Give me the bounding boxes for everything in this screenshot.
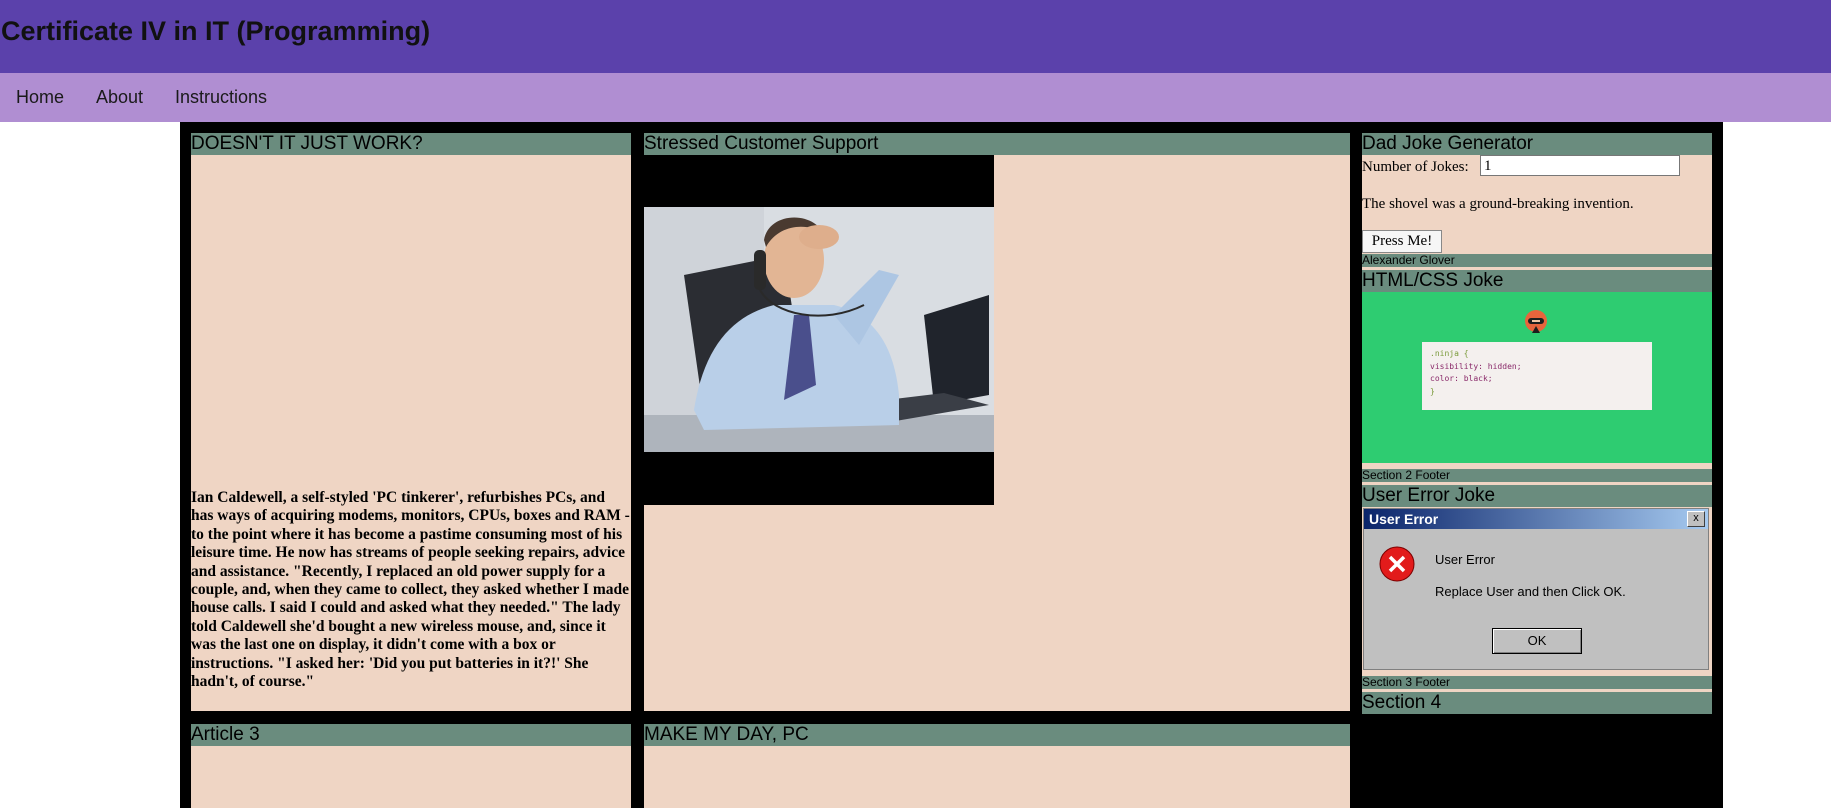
dialog-title: User Error — [1369, 511, 1439, 527]
nav-instructions[interactable]: Instructions — [175, 87, 267, 108]
section-4-content: Section Content 4 — [1362, 736, 1476, 752]
user-error-dialog: User Error x User Error Replace User and… — [1363, 508, 1709, 670]
nav-bar: Home About Instructions — [0, 73, 1831, 122]
article-4-title: MAKE MY DAY, PC — [644, 724, 1350, 746]
nav-about[interactable]: About — [96, 87, 143, 108]
article-1-body: Ian Caldewell, a self-styled 'PC tinkere… — [191, 489, 630, 691]
code-line-3: color: black; — [1430, 374, 1493, 383]
ninja-icon — [1525, 310, 1547, 333]
jokes-count-input[interactable]: 1 — [1480, 155, 1680, 176]
dialog-message-1: User Error — [1435, 552, 1495, 567]
jokes-count-label: Number of Jokes: — [1362, 159, 1469, 175]
article-2-title: Stressed Customer Support — [644, 133, 1350, 155]
stressed-support-photo — [644, 155, 994, 505]
code-line-4: } — [1430, 386, 1435, 396]
dad-joke-title: Dad Joke Generator — [1362, 133, 1712, 155]
nav-home[interactable]: Home — [16, 87, 64, 108]
support-photo-image — [644, 207, 994, 452]
code-line-1: .ninja { — [1430, 349, 1469, 358]
html-joke-image: .ninja { visibility: hidden; color: blac… — [1362, 292, 1712, 463]
press-me-button[interactable]: Press Me! — [1362, 230, 1442, 253]
code-line-2: visibility: hidden; — [1430, 361, 1522, 371]
dad-joke-footer: Alexander Glover — [1362, 254, 1712, 267]
site-title: Certificate IV in IT (Programming) — [1, 16, 431, 46]
section-2-footer: Section 2 Footer — [1362, 469, 1712, 482]
dialog-close-button[interactable]: x — [1687, 511, 1705, 527]
code-snippet: .ninja { visibility: hidden; color: blac… — [1422, 342, 1652, 410]
article-1-title: DOESN'T IT JUST WORK? — [191, 133, 631, 155]
article-3-title: Article 3 — [191, 724, 631, 746]
html-joke-title: HTML/CSS Joke — [1362, 270, 1712, 292]
dialog-message-2: Replace User and then Click OK. — [1435, 584, 1626, 599]
dad-joke-text: The shovel was a ground-breaking inventi… — [1362, 196, 1634, 212]
site-header: Certificate IV in IT (Programming) — [0, 0, 1831, 73]
section-3-footer: Section 3 Footer — [1362, 676, 1712, 689]
dialog-ok-button[interactable]: OK — [1492, 628, 1582, 654]
section-4-title: Section 4 — [1362, 692, 1712, 714]
error-icon — [1379, 546, 1415, 582]
user-error-title: User Error Joke — [1362, 485, 1712, 507]
dialog-titlebar: User Error x — [1364, 509, 1708, 529]
